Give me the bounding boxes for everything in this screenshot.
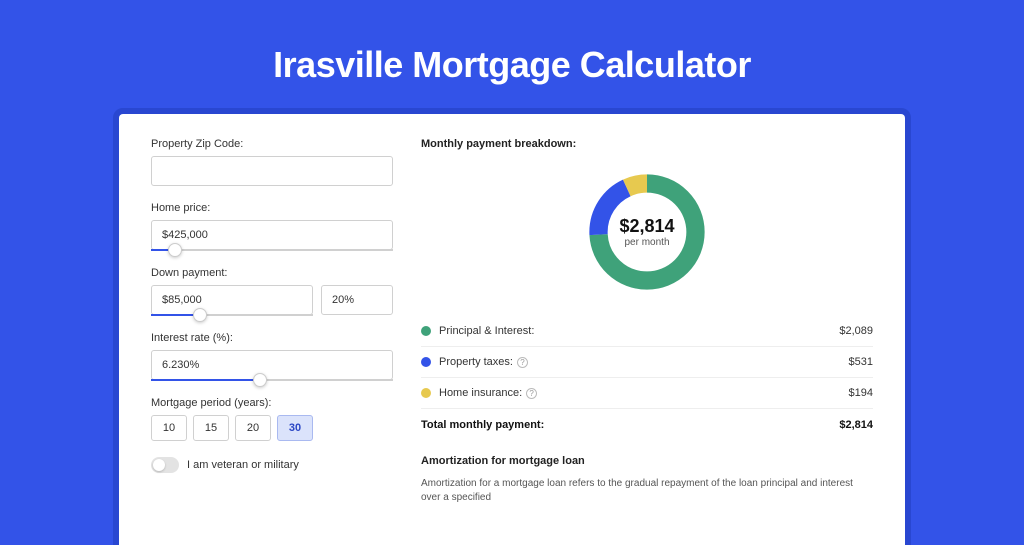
donut-chart: $2,814 per month (421, 158, 873, 316)
info-icon[interactable]: ? (517, 357, 528, 368)
period-button-30[interactable]: 30 (277, 415, 313, 441)
legend-dot-icon (421, 326, 431, 336)
down-percent-input[interactable] (321, 285, 393, 315)
legend-row: Property taxes:?$531 (421, 347, 873, 378)
rate-input[interactable] (151, 350, 393, 380)
legend-label: Property taxes:? (439, 356, 849, 368)
legend-label: Home insurance:? (439, 387, 849, 399)
veteran-toggle[interactable] (151, 457, 179, 473)
slider-thumb-icon[interactable] (253, 373, 267, 387)
price-input[interactable] (151, 220, 393, 250)
amortization-text: Amortization for a mortgage loan refers … (421, 477, 873, 505)
price-label: Home price: (151, 202, 393, 214)
price-slider[interactable] (151, 249, 393, 251)
donut-center-value: $2,814 (619, 216, 674, 237)
legend-row: Home insurance:?$194 (421, 378, 873, 409)
period-button-10[interactable]: 10 (151, 415, 187, 441)
page-title: Irasville Mortgage Calculator (0, 0, 1024, 114)
legend-value: $531 (849, 356, 873, 368)
period-field-group: Mortgage period (years): 10152030 (151, 397, 393, 441)
zip-field-group: Property Zip Code: (151, 138, 393, 186)
legend-dot-icon (421, 357, 431, 367)
donut-center-sub: per month (624, 237, 669, 248)
legend-value: $2,089 (839, 325, 873, 337)
down-label: Down payment: (151, 267, 393, 279)
legend-label: Principal & Interest: (439, 325, 839, 337)
legend-value: $194 (849, 387, 873, 399)
zip-input[interactable] (151, 156, 393, 186)
breakdown-column: Monthly payment breakdown: $2,814 per mo… (421, 138, 873, 505)
legend-dot-icon (421, 388, 431, 398)
veteran-label: I am veteran or military (187, 459, 299, 471)
slider-thumb-icon[interactable] (193, 308, 207, 322)
inputs-column: Property Zip Code: Home price: Down paym… (151, 138, 393, 505)
down-amount-input[interactable] (151, 285, 313, 315)
period-button-15[interactable]: 15 (193, 415, 229, 441)
period-button-20[interactable]: 20 (235, 415, 271, 441)
total-row: Total monthly payment: $2,814 (421, 409, 873, 449)
veteran-toggle-row: I am veteran or military (151, 457, 393, 473)
rate-field-group: Interest rate (%): (151, 332, 393, 381)
calculator-card: Property Zip Code: Home price: Down paym… (119, 114, 905, 545)
zip-label: Property Zip Code: (151, 138, 393, 150)
slider-thumb-icon[interactable] (168, 243, 182, 257)
price-field-group: Home price: (151, 202, 393, 251)
total-value: $2,814 (839, 419, 873, 431)
legend-row: Principal & Interest:$2,089 (421, 316, 873, 347)
down-field-group: Down payment: (151, 267, 393, 316)
total-label: Total monthly payment: (421, 419, 839, 431)
rate-slider[interactable] (151, 379, 393, 381)
down-slider[interactable] (151, 314, 313, 316)
amortization-title: Amortization for mortgage loan (421, 449, 873, 467)
period-label: Mortgage period (years): (151, 397, 393, 409)
rate-label: Interest rate (%): (151, 332, 393, 344)
breakdown-title: Monthly payment breakdown: (421, 138, 873, 150)
info-icon[interactable]: ? (526, 388, 537, 399)
